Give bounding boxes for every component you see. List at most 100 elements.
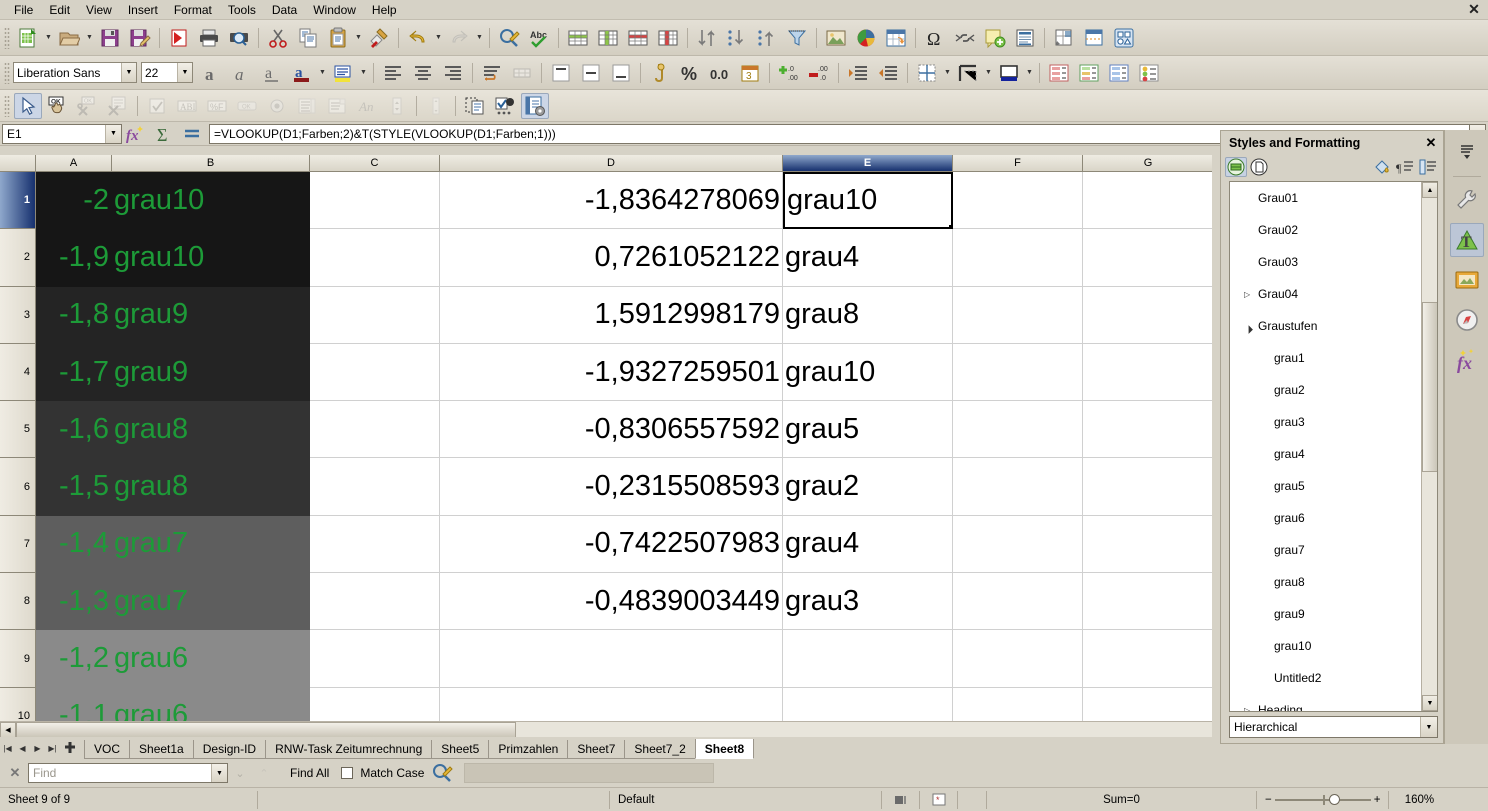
menu-item-data[interactable]: Data (264, 1, 305, 19)
sheet-tab-sheet5[interactable]: Sheet5 (431, 740, 490, 759)
group-box-button[interactable] (461, 93, 489, 119)
sort-button[interactable] (693, 25, 721, 51)
cell-F9[interactable] (953, 630, 1083, 688)
cell-E2[interactable]: grau4 (783, 229, 953, 287)
cell-D3[interactable]: 1,5912998179 (440, 286, 783, 344)
chevron-down-icon[interactable]: ▼ (433, 25, 444, 51)
control-properties-button[interactable]: OK (74, 93, 102, 119)
chevron-down-icon[interactable]: ▼ (211, 764, 227, 782)
cell-B3[interactable]: grau9 (112, 286, 310, 344)
cell-D4[interactable]: -1,9327259501 (440, 343, 783, 402)
pivot-table-button[interactable] (882, 25, 910, 51)
sort-descending-button[interactable] (753, 25, 781, 51)
sheet-tab-sheet7-2[interactable]: Sheet7_2 (624, 740, 696, 759)
cell-E6[interactable]: grau2 (783, 458, 953, 516)
style-list-item[interactable]: ▷ Grau04 (1230, 278, 1437, 310)
cell-C4[interactable] (310, 343, 440, 402)
cell-A5[interactable]: -1,6 (36, 401, 112, 459)
cell-A8[interactable]: -1,3 (36, 573, 112, 631)
sort-ascending-button[interactable] (723, 25, 751, 51)
select-tool-button[interactable] (14, 92, 42, 119)
delete-row-button[interactable] (624, 25, 652, 51)
cell-A7[interactable]: -1,4 (36, 515, 112, 574)
style-list-item[interactable]: ◢ Graustufen (1230, 310, 1437, 342)
chevron-down-icon[interactable]: ▼ (1420, 717, 1437, 737)
row-header-1[interactable]: 1 (0, 172, 36, 230)
row-header-9[interactable]: 9 (0, 630, 36, 688)
insert-row-button[interactable] (564, 25, 592, 51)
cell-C8[interactable] (310, 573, 440, 631)
name-box[interactable]: E1 ▼ (2, 123, 122, 144)
find-next-icon[interactable]: ⌄ (228, 762, 252, 784)
insert-image-button[interactable] (822, 25, 850, 51)
style-list-item[interactable]: grau1 (1230, 342, 1437, 374)
cell-F5[interactable] (953, 401, 1083, 459)
row-header-8[interactable]: 8 (0, 573, 36, 631)
split-window-button[interactable] (1080, 25, 1108, 51)
chevron-down-icon[interactable]: ▼ (43, 25, 54, 51)
sheet-tab-voc[interactable]: VOC (84, 740, 131, 759)
horizontal-scroll-thumb[interactable] (16, 722, 516, 738)
function-wizard-button[interactable]: fx (122, 123, 150, 145)
format-as-number-button[interactable]: 0.0 (706, 60, 734, 86)
increase-indent-button[interactable] (844, 60, 872, 86)
align-middle-button[interactable] (577, 60, 605, 86)
column-header-e[interactable]: E (783, 155, 953, 172)
cell-F6[interactable] (953, 458, 1083, 516)
print-button[interactable] (195, 25, 223, 51)
special-character-button[interactable]: Ω (921, 25, 949, 51)
cell-E5[interactable]: grau5 (783, 401, 953, 459)
save-as-button[interactable] (126, 25, 154, 51)
conditional-formatting-red-button[interactable] (1045, 60, 1073, 86)
styles-button[interactable]: T (1449, 223, 1484, 257)
style-list-item[interactable]: Untitled2 (1230, 662, 1437, 694)
cell-A4[interactable]: -1,7 (36, 343, 112, 402)
new-style-from-selection-button[interactable]: ¶ (1394, 157, 1416, 177)
format-as-date-button[interactable]: 3 (736, 60, 764, 86)
combo-box-button[interactable] (323, 93, 351, 119)
cell-G8[interactable] (1083, 573, 1212, 631)
menu-item-view[interactable]: View (78, 1, 120, 19)
sheet-tab-sheet1a[interactable]: Sheet1a (129, 740, 194, 759)
style-list-item[interactable]: grau3 (1230, 406, 1437, 438)
insert-hyperlink-button[interactable] (951, 25, 979, 51)
chevron-down-icon[interactable]: ▼ (121, 63, 136, 82)
style-list-item[interactable]: grau10 (1230, 630, 1437, 662)
undo-button[interactable] (404, 25, 432, 51)
sheet-tab-sheet7[interactable]: Sheet7 (567, 740, 626, 759)
toolbar-grip[interactable] (4, 61, 10, 84)
underline-button[interactable]: a (258, 60, 286, 86)
sum-button[interactable]: Σ (150, 123, 178, 145)
cell-E10[interactable] (783, 687, 953, 721)
style-list-item[interactable]: Grau03 (1230, 246, 1437, 278)
autofilter-button[interactable] (783, 25, 811, 51)
cell-D6[interactable]: -0,2315508593 (440, 458, 783, 516)
format-as-currency-button[interactable] (646, 60, 674, 86)
push-button-button[interactable]: OK (233, 93, 261, 119)
match-case-checkbox[interactable] (341, 767, 354, 779)
style-list[interactable]: Grau01 Grau02 Grau03 ▷ Grau04 ◢ Graustufen grau… (1229, 181, 1438, 712)
merge-cells-button[interactable] (508, 60, 536, 86)
style-list-item[interactable]: Grau02 (1230, 214, 1437, 246)
align-bottom-button[interactable] (607, 60, 635, 86)
style-list-scroll-thumb[interactable] (1422, 302, 1437, 472)
style-list-item[interactable]: ▷ Heading (1230, 694, 1437, 711)
chevron-down-icon[interactable]: ▼ (942, 60, 953, 86)
decrease-indent-button[interactable] (874, 60, 902, 86)
chevron-down-icon[interactable]: ▼ (177, 63, 192, 82)
cell-E8[interactable]: grau3 (783, 573, 953, 631)
cell-C1[interactable] (310, 172, 440, 230)
cell-G9[interactable] (1083, 630, 1212, 688)
align-top-button[interactable] (547, 60, 575, 86)
redo-button[interactable] (445, 25, 473, 51)
cell-F1[interactable] (953, 172, 1083, 230)
cell-A9[interactable]: -1,2 (36, 630, 112, 688)
row-header-4[interactable]: 4 (0, 343, 36, 402)
cell-C5[interactable] (310, 401, 440, 459)
cell-D9[interactable] (440, 630, 783, 688)
style-list-item[interactable]: grau4 (1230, 438, 1437, 470)
cell-B8[interactable]: grau7 (112, 573, 310, 631)
new-document-button[interactable] (14, 25, 42, 51)
cell-G6[interactable] (1083, 458, 1212, 516)
delete-decimal-place-button[interactable]: .00.0 (805, 60, 833, 86)
